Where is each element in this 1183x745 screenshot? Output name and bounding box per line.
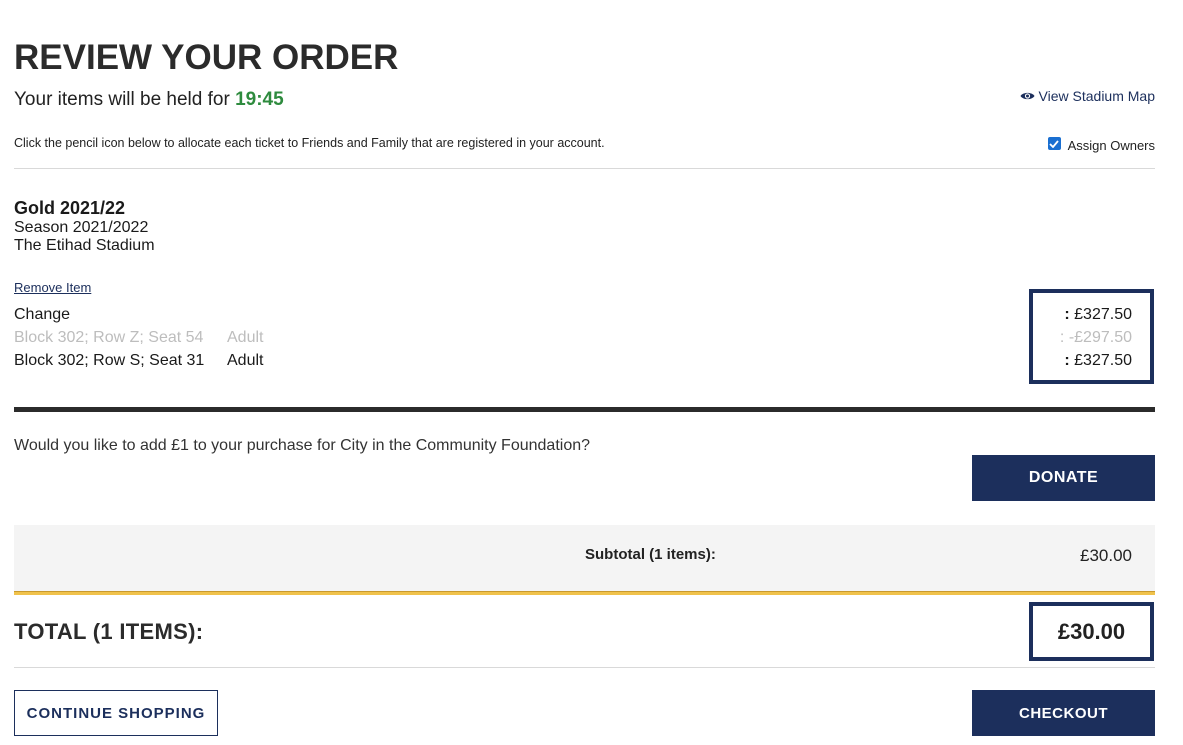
subtotal-value: £30.00: [1080, 546, 1132, 565]
old-seat-price-prefix: :: [1059, 329, 1065, 346]
change-price-prefix: :: [1064, 306, 1070, 323]
view-stadium-map-label: View Stadium Map: [1038, 88, 1155, 104]
assign-owners-label: Assign Owners: [1067, 138, 1155, 153]
checkout-button[interactable]: CHECKOUT: [972, 690, 1155, 736]
total-highlight-box: £30.00: [1029, 602, 1154, 661]
subtotal-label: Subtotal (1 items):: [585, 546, 716, 563]
total-value: £30.00: [1057, 618, 1126, 644]
allocation-instructions: Click the pencil icon below to allocate …: [14, 136, 605, 150]
new-seat-price-prefix: :: [1064, 352, 1070, 369]
checkmark-icon: [1049, 139, 1059, 148]
ticket-type-old: Adult: [227, 329, 264, 346]
ticket-type-new: Adult: [227, 352, 264, 369]
assign-owners-control[interactable]: Assign Owners: [1047, 137, 1155, 153]
seat-line-new: Block 302; Row S; Seat 31: [14, 352, 205, 369]
change-price-value: £327.50: [1074, 306, 1132, 323]
view-stadium-map-link[interactable]: View Stadium Map: [1020, 88, 1155, 104]
seat-line-old: Block 302; Row Z; Seat 54: [14, 329, 204, 346]
change-label: Change: [14, 306, 71, 323]
old-seat-price-value: -£297.50: [1068, 329, 1132, 346]
new-seat-price: : £327.50: [1064, 352, 1132, 370]
assign-owners-checkbox[interactable]: [1047, 137, 1061, 150]
old-seat-price: : -£297.50: [1060, 329, 1132, 347]
hold-text: Your items will be held for: [14, 89, 230, 110]
section-divider: [14, 407, 1155, 412]
continue-shopping-button[interactable]: CONTINUE SHOPPING: [14, 690, 218, 736]
hold-timer-line: Your items will be held for 19:45: [14, 89, 284, 111]
product-name: Gold 2021/22: [14, 198, 126, 218]
page-title: REVIEW YOUR ORDER: [14, 38, 399, 77]
hold-timer: 19:45: [235, 89, 284, 110]
donate-button[interactable]: DONATE: [972, 455, 1155, 501]
divider: [14, 168, 1155, 169]
eye-icon: [1020, 91, 1035, 101]
product-season: Season 2021/2022: [14, 219, 149, 236]
product-venue: The Etihad Stadium: [14, 237, 155, 254]
donation-question: Would you like to add £1 to your purchas…: [14, 437, 591, 454]
gold-divider: [14, 591, 1155, 595]
change-price: : £327.50: [1064, 306, 1132, 324]
divider: [14, 667, 1155, 668]
remove-item-link[interactable]: Remove Item: [14, 280, 91, 295]
new-seat-price-value: £327.50: [1074, 352, 1132, 369]
total-label: TOTAL (1 ITEMS):: [14, 619, 204, 644]
